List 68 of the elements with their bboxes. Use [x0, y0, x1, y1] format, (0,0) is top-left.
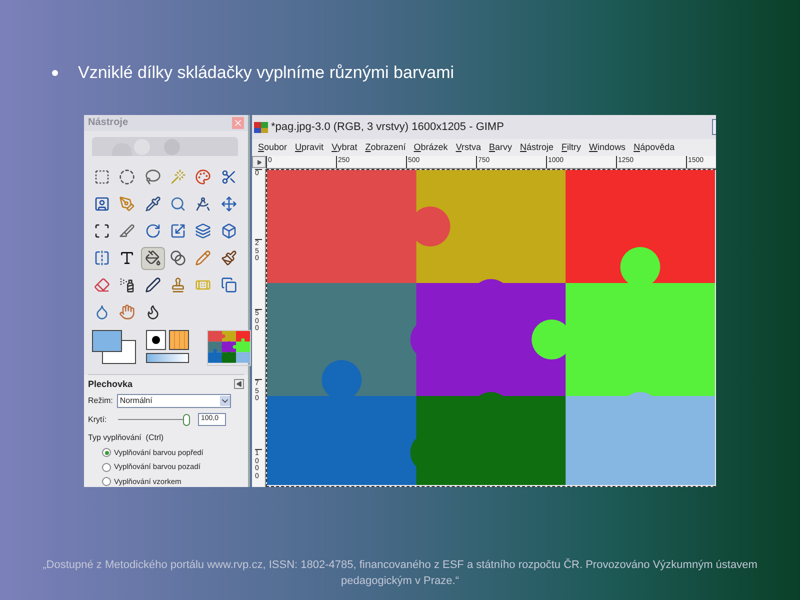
wand-icon: [170, 169, 186, 186]
image-thumbnail[interactable]: [207, 330, 251, 366]
scan-frame-icon: [94, 223, 110, 240]
pen-icon: [144, 277, 161, 294]
menu-item[interactable]: Upravit: [295, 140, 324, 154]
spray-can-icon: [119, 277, 136, 294]
chevron-down-icon: [220, 396, 230, 406]
dashed-circle-icon: [119, 169, 136, 186]
eraser-icon: [94, 277, 110, 294]
gradient-preview[interactable]: [146, 352, 189, 363]
scale-icon: [170, 223, 186, 240]
dashed-square-icon: [94, 169, 110, 186]
pen-nib-icon: [119, 196, 136, 212]
blend-icon: [170, 250, 186, 266]
lasso-icon: [144, 169, 161, 186]
footer-text: „Dostupné z Metodického portálu www.rvp.cz, ISSN: 1802-4785, financovaného z ESF a státního rozpočtu ČR. Provozováno Výzkumným ústavem pedagogickým v Praze.“: [42, 557, 758, 589]
rotate-icon: [144, 223, 161, 240]
tool-options-title: Plechovka: [88, 378, 133, 391]
paint-bucket-icon: [144, 250, 161, 266]
box-icon: [220, 223, 237, 240]
compass-icon: [195, 196, 212, 212]
toolbox-title: Nástroje: [88, 116, 128, 130]
menu-item[interactable]: Nápověda: [634, 140, 675, 154]
window-title: *pag.jpg-3.0 (RGB, 3 vrstvy) 1600x1205 - GIMP: [271, 120, 504, 135]
menu-item[interactable]: Barvy: [489, 140, 512, 154]
mode-select[interactable]: Normální: [116, 394, 231, 408]
mode-label: Režim:: [88, 395, 113, 408]
text-icon: [119, 250, 136, 266]
fill-type-label: Typ vyplňování (Ctrl): [88, 432, 165, 444]
menu-item[interactable]: Soubor: [258, 140, 288, 154]
app-icon: [254, 122, 268, 132]
scissors-icon: [220, 169, 237, 186]
stamp-icon: [170, 277, 186, 294]
triangle-icon: [256, 160, 262, 164]
paintbrush-icon: [220, 250, 237, 266]
brush-preview[interactable]: [146, 330, 166, 350]
opacity-slider-thumb[interactable]: [183, 414, 190, 426]
search-icon: [170, 196, 186, 212]
flip-icon: [94, 250, 110, 266]
person-square-icon: [94, 196, 110, 212]
menu-item[interactable]: Obrázek: [414, 140, 448, 154]
navigate-button[interactable]: [252, 156, 266, 168]
menu-item[interactable]: Nástroje: [520, 140, 554, 154]
knife-icon: [119, 223, 136, 240]
opacity-slider[interactable]: [118, 414, 190, 426]
flame-icon: [144, 304, 161, 320]
hand-icon: [119, 304, 136, 320]
panel-menu-button[interactable]: [234, 379, 244, 390]
color-swatches[interactable]: [92, 330, 138, 366]
droplet-icon: [94, 304, 110, 320]
close-icon: [233, 118, 243, 128]
triangle-icon: [236, 381, 242, 388]
pipette-icon: [144, 196, 161, 212]
bullet-text: Vzniklé dílky skládačky vyplníme různými barvami: [78, 62, 454, 84]
menu-item[interactable]: Zobrazení: [365, 140, 406, 154]
thumbnail-puzzle-drawing: [208, 330, 250, 365]
opacity-label: Krytí:: [88, 414, 108, 426]
move-icon: [220, 196, 237, 212]
pattern-preview[interactable]: [169, 330, 189, 350]
menu-item[interactable]: Vrstva: [456, 140, 481, 154]
tool-button[interactable]: [140, 246, 165, 270]
menu-item[interactable]: Filtry: [562, 140, 582, 154]
menu-item[interactable]: Vybrat: [332, 140, 358, 154]
menu-item[interactable]: Windows: [589, 140, 626, 154]
pencil-icon: [195, 250, 212, 266]
copy-icon: [220, 277, 237, 294]
palette-icon: [195, 169, 212, 186]
layers-icon: [195, 223, 212, 240]
